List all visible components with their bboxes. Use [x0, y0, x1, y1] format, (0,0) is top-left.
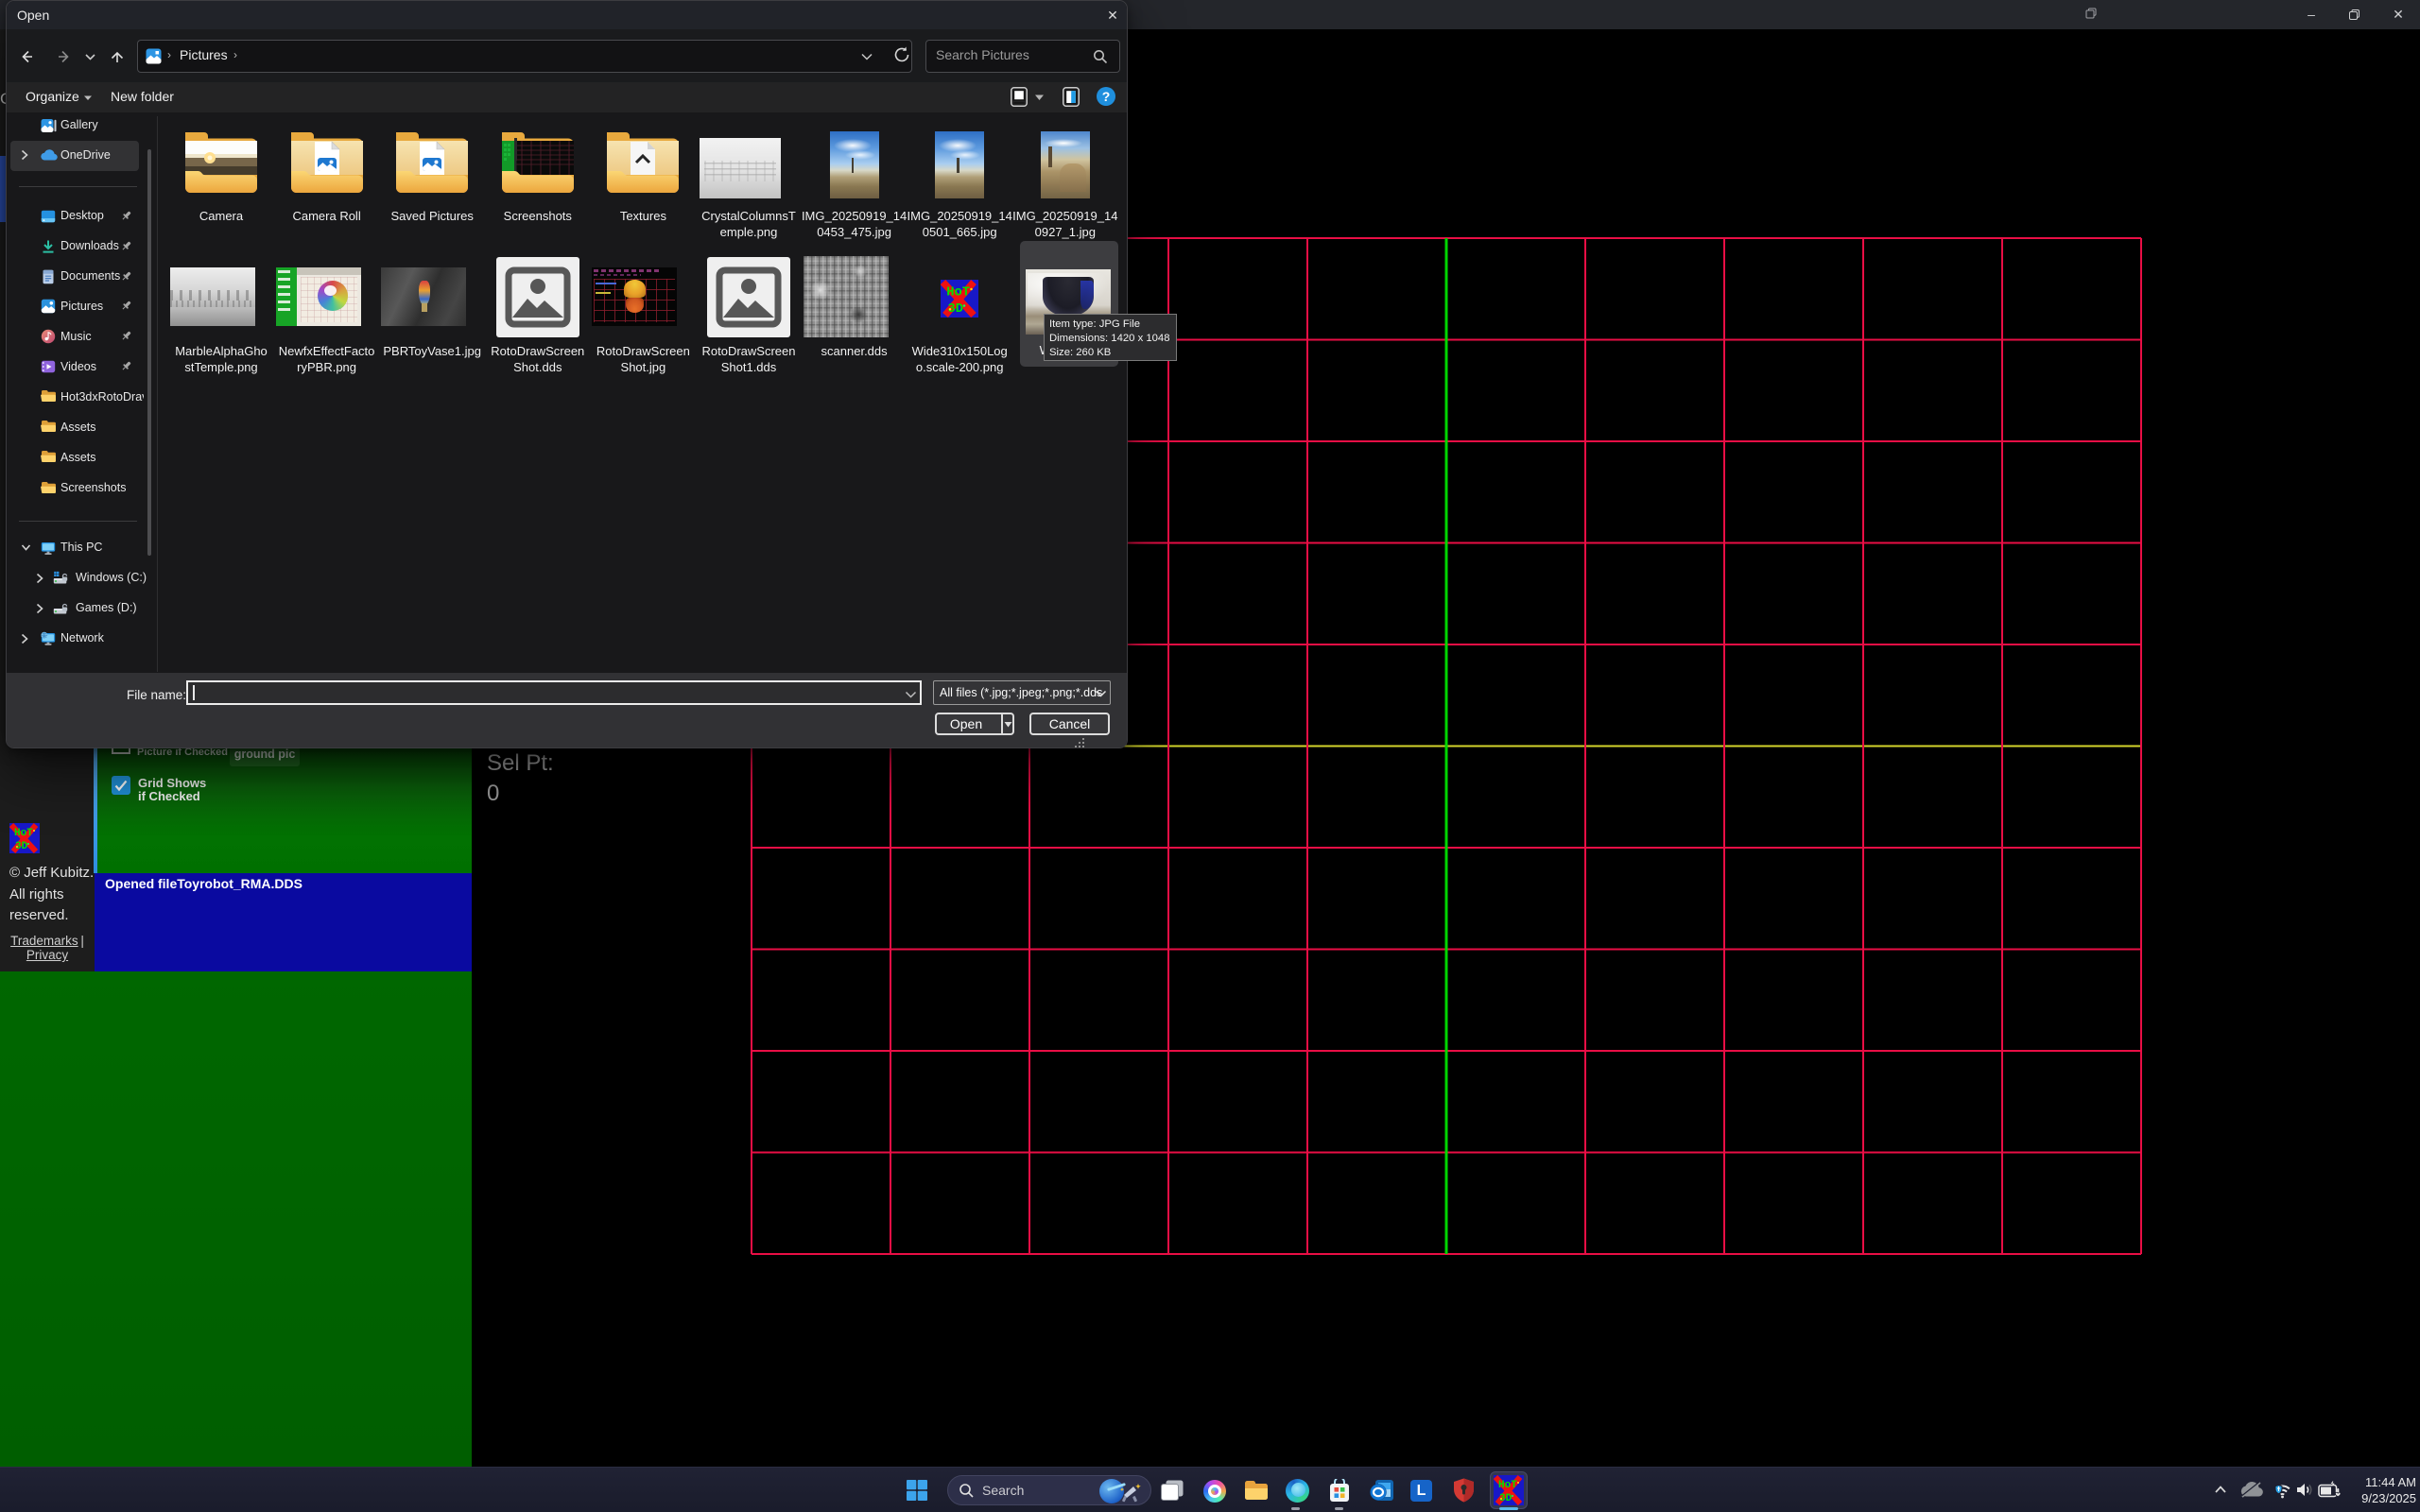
- svg-text:HoT: HoT: [946, 285, 970, 300]
- svg-text:?: ?: [1102, 89, 1111, 104]
- svg-text:HoT: HoT: [14, 828, 33, 839]
- svg-text:HoT: HoT: [1498, 1480, 1517, 1491]
